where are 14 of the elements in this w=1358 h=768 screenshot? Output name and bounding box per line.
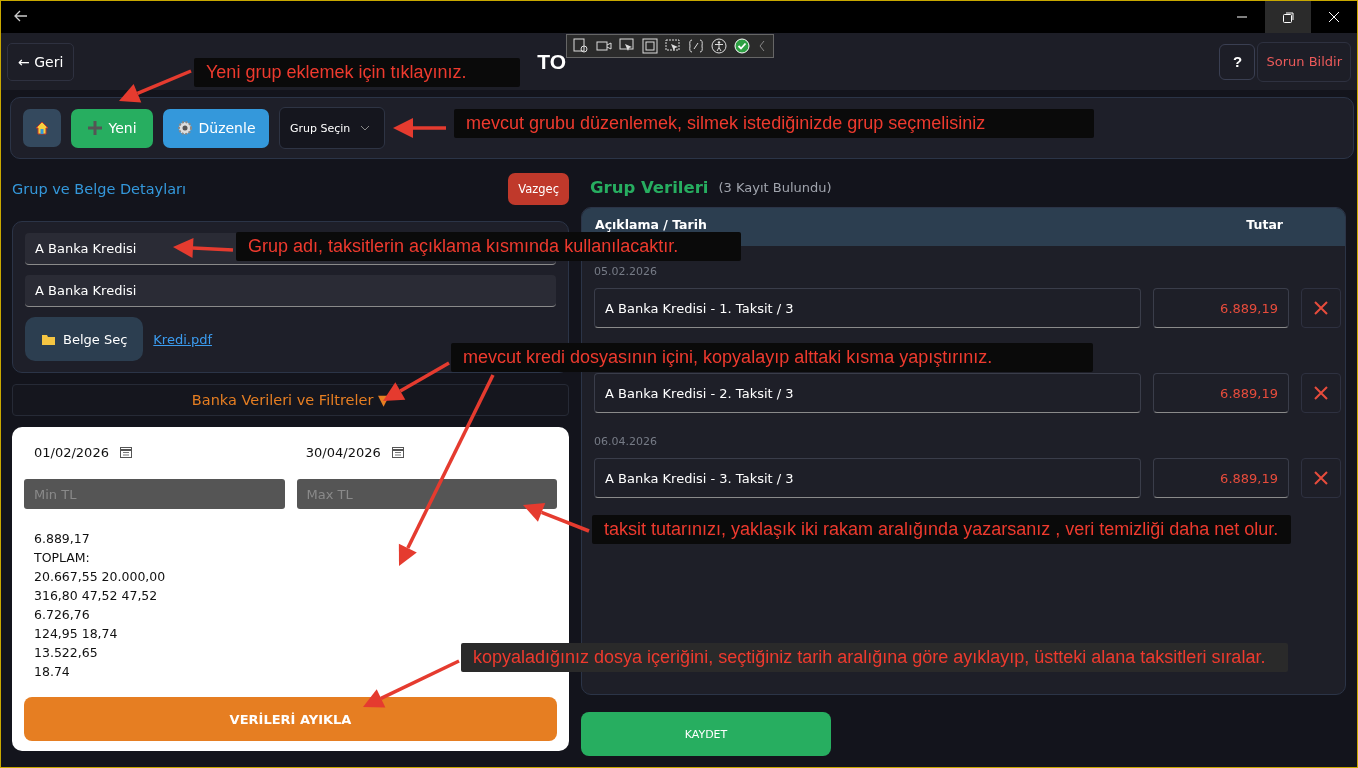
column-header: Tutar (1246, 217, 1283, 232)
annotation-tooltip: kopyaladığınız dosya içeriğini, seçtiğiniz tarih aralığına göre ayıklayıp, üstteki alana taksitleri sıralar. (461, 643, 1288, 672)
record-count: (3 Kayıt Bulundu) (718, 179, 832, 195)
annotation-tooltip: mevcut grubu düzenlemek, silmek istediğinizde grup seçmelisiniz (454, 109, 1094, 138)
installment-date: 06.04.2026 (594, 435, 657, 448)
annotation-tooltip: Yeni grup eklemek için tıklayınız. (194, 58, 520, 87)
annotation-tooltip: taksit tutarınızı, yaklaşık iki rakam aralığında yazarsanız , veri temizliği daha net olur. (592, 515, 1291, 544)
annotation-tooltip: mevcut kredi dosyasının içini, kopyalayıp alttaki kısma yapıştırınız. (451, 343, 1093, 372)
installment-date: 05.02.2026 (594, 265, 657, 278)
section-heading: Grup ve Belge Detayları (12, 181, 187, 197)
annotation-tooltip: Grup adı, taksitlerin açıklama kısmında kullanılacaktır. (236, 232, 741, 261)
section-heading: Grup Verileri (590, 177, 709, 197)
column-header: Açıklama / Tarih (595, 217, 707, 232)
page-title: TO (537, 49, 567, 74)
